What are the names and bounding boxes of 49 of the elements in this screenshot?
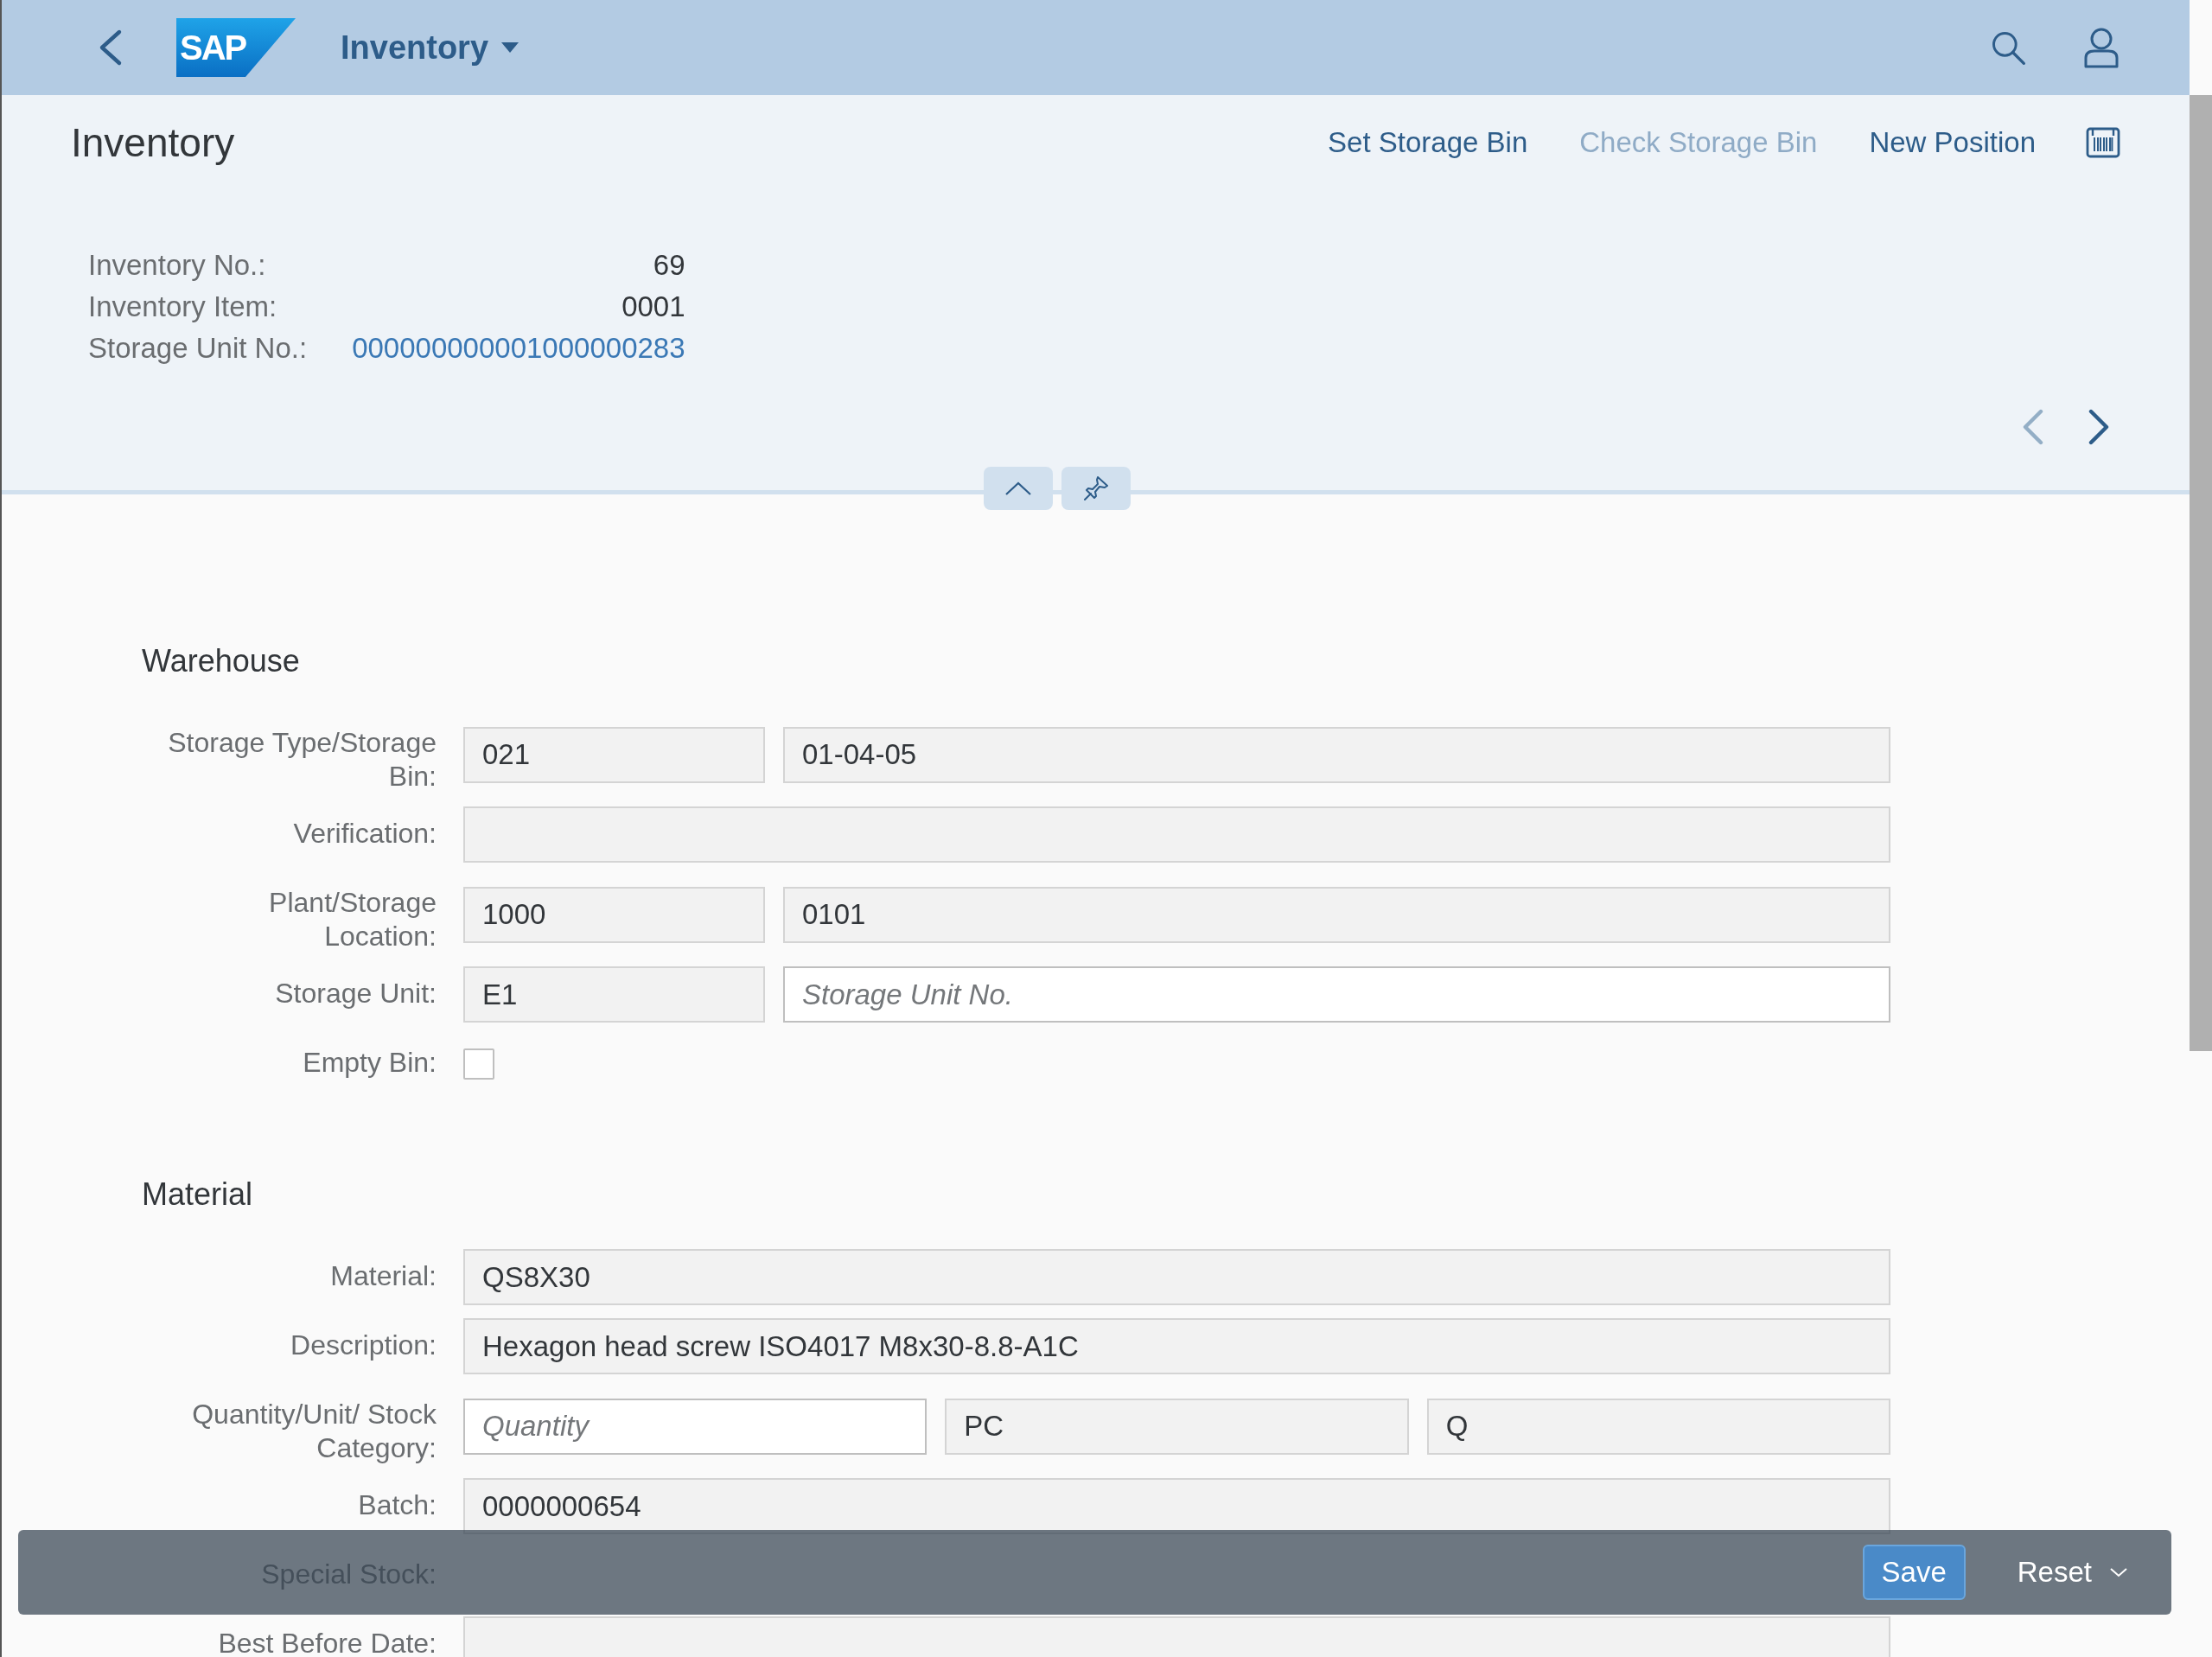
input-field[interactable]: 1000 <box>463 886 765 943</box>
input-field[interactable] <box>463 806 1890 863</box>
field-label: Best Before Date: <box>217 1627 437 1657</box>
input-field[interactable]: PC <box>945 1398 1409 1455</box>
attribute-label: Storage Unit No.: <box>88 332 308 365</box>
caret-icon <box>2109 1566 2128 1578</box>
app-title-menu[interactable]: Inventory <box>341 29 520 67</box>
save-button[interactable]: Save <box>1862 1545 1966 1600</box>
field-label: Plant/Storage Location: <box>268 886 437 953</box>
action-link[interactable]: New Position <box>1869 126 2036 159</box>
attribute-link[interactable]: 000000000001000000283 <box>352 332 685 365</box>
menu-button[interactable]: Reset <box>1999 1545 2145 1600</box>
attribute-value: 69 <box>652 249 685 282</box>
page-title: Inventory <box>71 119 235 166</box>
logo: SAP <box>176 18 296 77</box>
user-icon[interactable] <box>2082 27 2120 68</box>
field-label: Storage Unit: <box>274 977 437 1010</box>
attribute-value: 0001 <box>621 290 685 323</box>
field-label: Batch: <box>357 1488 437 1522</box>
collapse-header-button[interactable] <box>983 467 1053 510</box>
input-field[interactable]: Quantity <box>463 1398 928 1455</box>
scrollbar-thumb[interactable] <box>2190 95 2212 1051</box>
input-field[interactable]: E1 <box>463 966 765 1023</box>
input-field[interactable]: 0101 <box>783 886 1890 943</box>
input-field[interactable] <box>463 1616 1890 1657</box>
field-label: Empty Bin: <box>302 1046 437 1080</box>
input-field[interactable]: QS8X30 <box>463 1249 1890 1305</box>
field-label: Verification: <box>292 817 437 851</box>
barcode-icon[interactable] <box>2086 127 2120 158</box>
checkbox[interactable] <box>463 1048 494 1080</box>
section-title: Warehouse <box>142 643 301 679</box>
input-field[interactable]: Q <box>1426 1398 1890 1455</box>
field-label: Material: <box>329 1259 437 1293</box>
input-field[interactable]: Hexagon head screw ISO4017 M8x30-8.8-A1C <box>463 1318 1890 1374</box>
field-label: Storage Type/Storage Bin: <box>167 726 437 793</box>
next-icon[interactable] <box>2088 408 2110 446</box>
chevron-up-icon <box>1004 481 1032 496</box>
caret-icon <box>500 41 520 54</box>
attribute-label: Inventory No.: <box>88 249 267 282</box>
pin-icon <box>1081 475 1110 502</box>
section-title: Material <box>142 1176 254 1213</box>
field-label: Quantity/Unit/ Stock Category: <box>191 1398 437 1465</box>
pin-header-button[interactable] <box>1061 467 1131 510</box>
input-field[interactable]: 021 <box>463 726 765 783</box>
action-link[interactable]: Set Storage Bin <box>1328 126 1528 159</box>
attribute-label: Inventory Item: <box>88 290 278 323</box>
input-field[interactable]: 01-04-05 <box>783 726 1890 783</box>
field-label: Description: <box>290 1329 437 1362</box>
input-field[interactable]: Storage Unit No. <box>783 966 1890 1023</box>
